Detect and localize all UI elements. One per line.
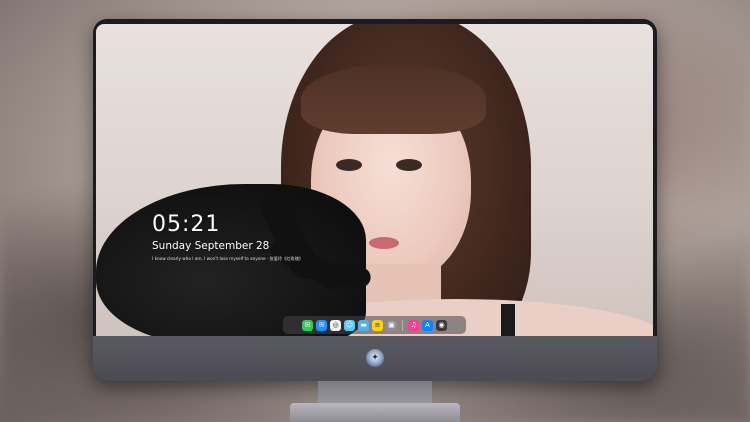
lockscreen-quote: I know clearly who I am, I won't lose my… (152, 256, 304, 261)
monitor-logo-icon: ✦ (366, 349, 384, 367)
wallpaper-eye-right (396, 159, 422, 171)
wallpaper-strap (501, 304, 515, 336)
messages-icon[interactable]: ✉ (302, 319, 313, 331)
lockscreen-date: Sunday September 28 (152, 240, 270, 252)
wallpaper-lips (369, 237, 399, 249)
screen (96, 24, 653, 336)
safari-icon[interactable]: ◎ (330, 319, 341, 331)
app-store-icon[interactable]: A (422, 319, 433, 331)
clips-icon[interactable]: ▬ (358, 319, 369, 331)
wallpaper-bangs (301, 64, 486, 134)
music-icon[interactable]: ♫ (408, 319, 419, 331)
mail-icon[interactable]: ✉ (316, 319, 327, 331)
wallpaper-eye-left (336, 159, 362, 171)
monitor-stand-neck (318, 381, 432, 405)
dock: ✉ ✉ ◎ ☺ ▬ ≡ ▣ ♫ A ◉ (283, 316, 466, 334)
notes-icon[interactable]: ≡ (372, 319, 383, 331)
camera-icon[interactable]: ◉ (436, 319, 447, 331)
photos-icon[interactable]: ▣ (386, 319, 397, 331)
monitor-stand-base (290, 403, 460, 422)
lockscreen-time: 05:21 (152, 212, 221, 237)
finder-icon[interactable]: ☺ (344, 319, 355, 331)
dock-separator (402, 319, 403, 331)
